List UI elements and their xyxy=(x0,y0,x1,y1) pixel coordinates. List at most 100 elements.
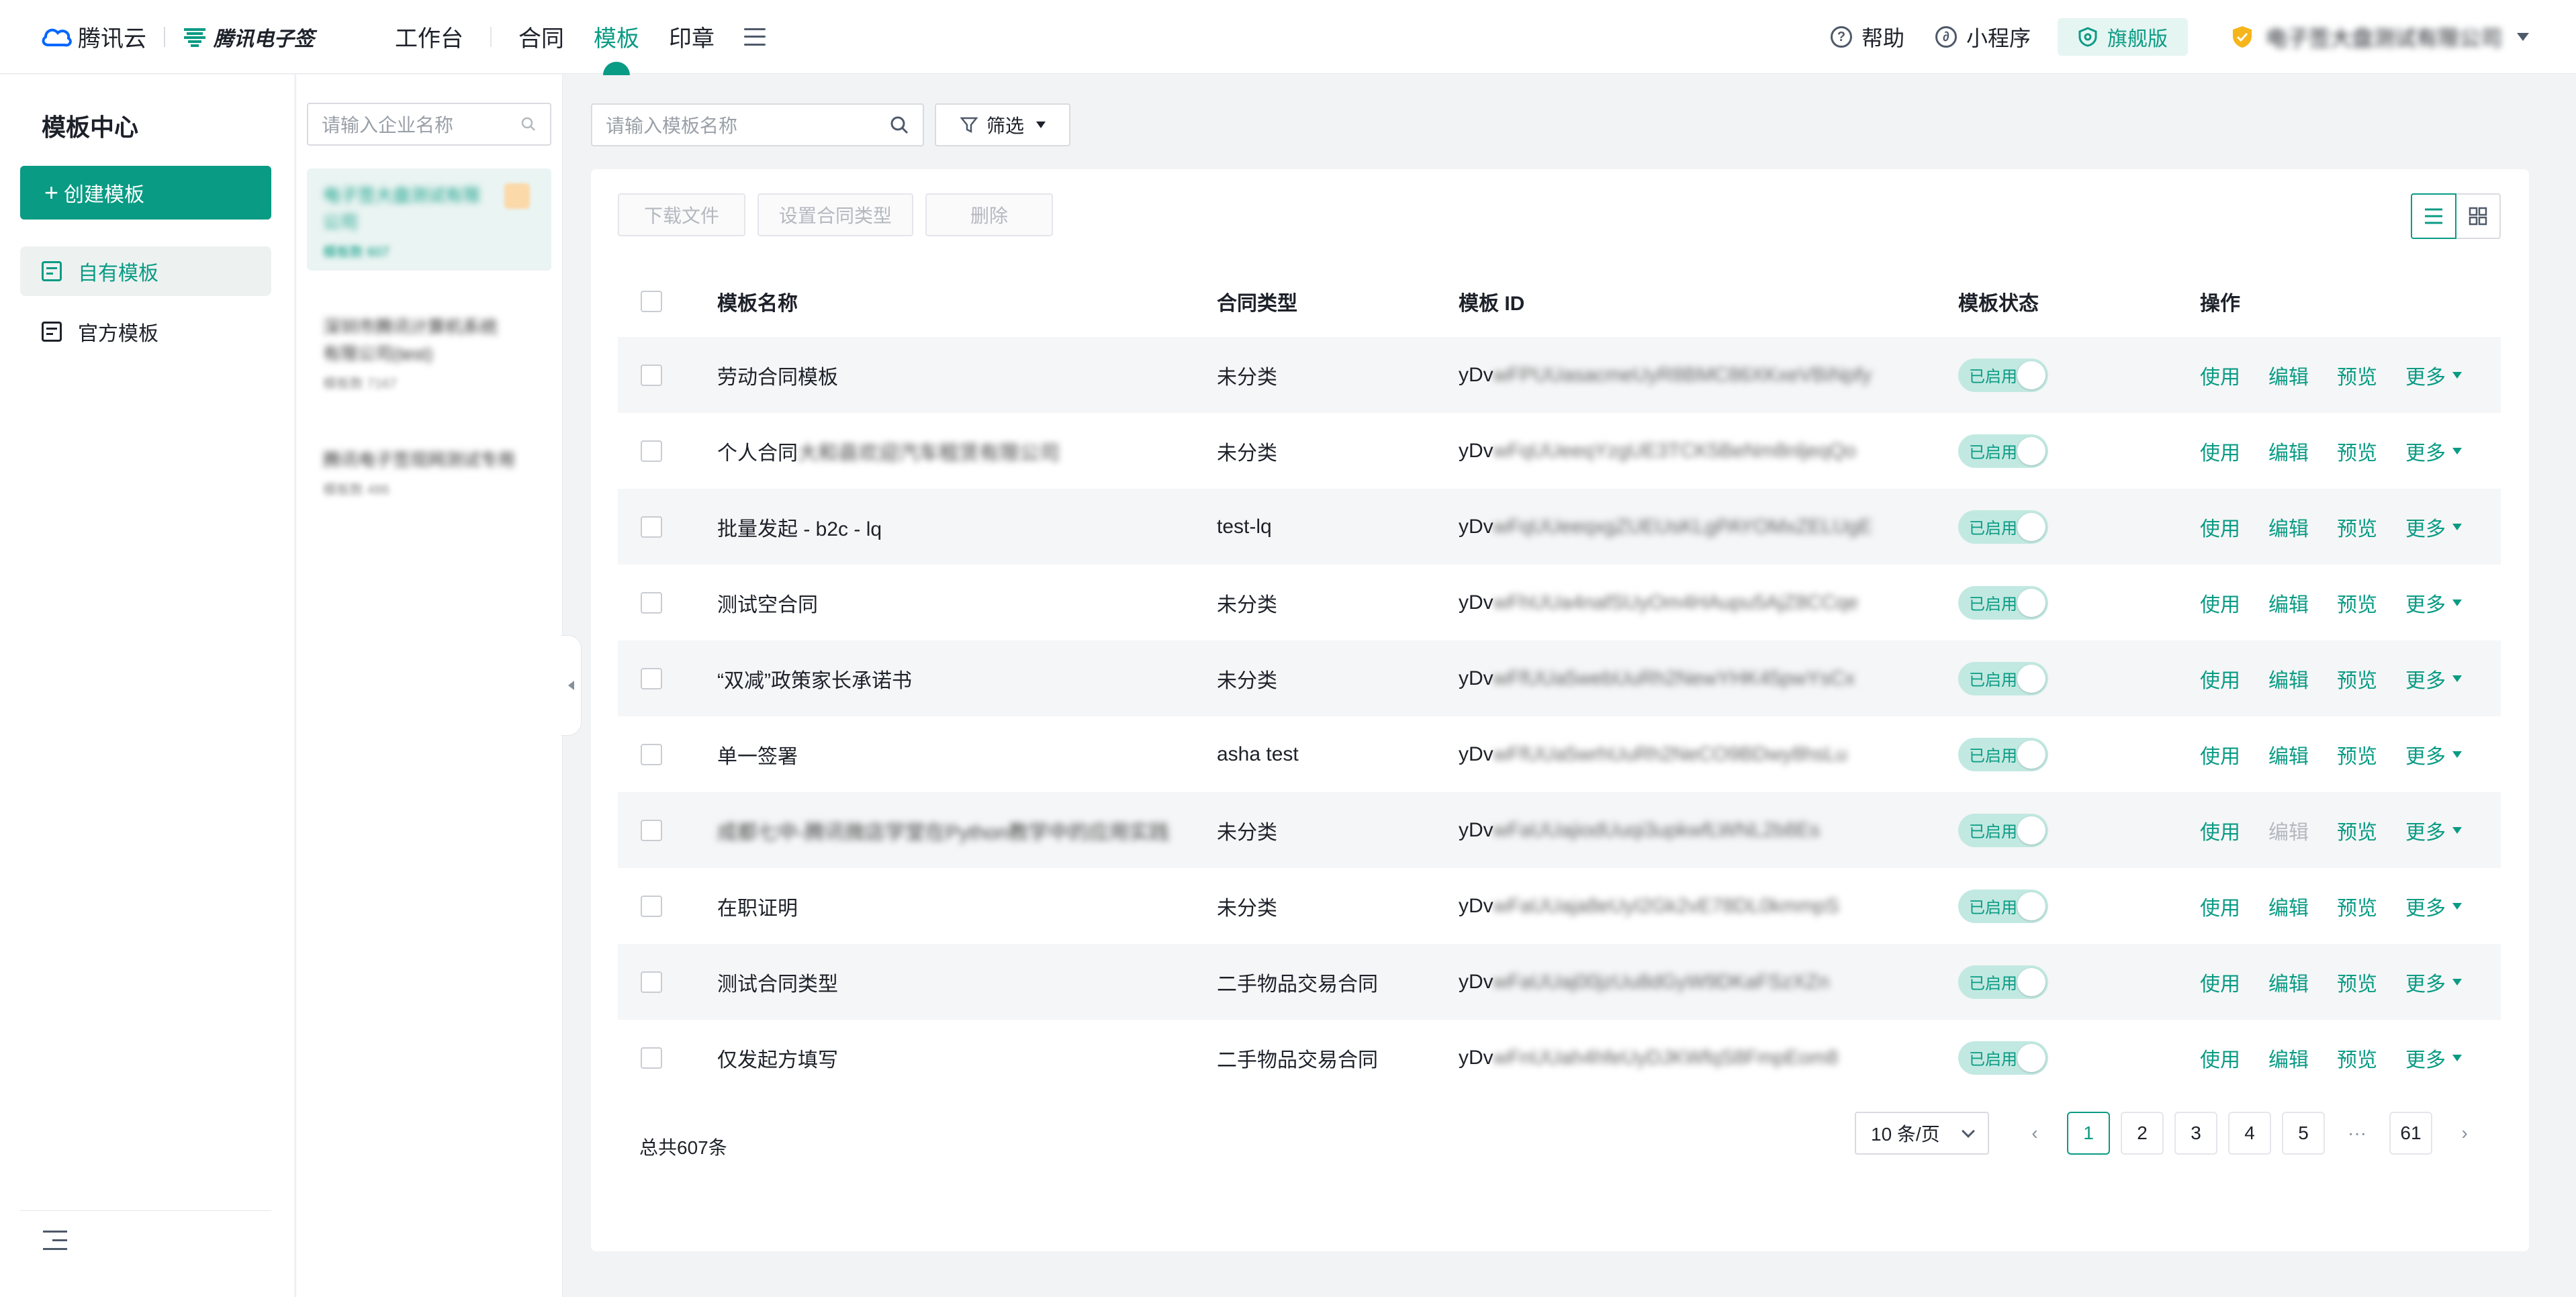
list-view-icon[interactable] xyxy=(2411,193,2456,239)
row-checkbox[interactable] xyxy=(641,743,662,765)
logo-group[interactable]: 腾讯云 腾讯电子签 xyxy=(40,20,314,53)
row-checkbox[interactable] xyxy=(641,440,662,462)
edit-link[interactable]: 编辑 xyxy=(2268,512,2309,542)
use-link[interactable]: 使用 xyxy=(2200,436,2240,466)
company-switcher[interactable]: 电子签大盘测试有限公司 xyxy=(2231,21,2529,52)
preview-link[interactable]: 预览 xyxy=(2337,436,2377,466)
preview-link[interactable]: 预览 xyxy=(2337,816,2377,845)
status-toggle[interactable]: 已启用 xyxy=(1958,585,2048,620)
more-dropdown[interactable]: 更多 xyxy=(2405,740,2462,769)
edit-link[interactable]: 编辑 xyxy=(2268,967,2309,997)
collapse-sidebar-icon[interactable] xyxy=(43,1231,67,1251)
preview-link[interactable]: 预览 xyxy=(2337,1043,2377,1073)
edition-badge[interactable]: 旗舰版 xyxy=(2057,18,2188,56)
status-toggle[interactable]: 已启用 xyxy=(1958,965,2048,999)
row-checkbox[interactable] xyxy=(641,591,662,614)
more-dropdown[interactable]: 更多 xyxy=(2405,361,2462,390)
table-row[interactable]: 测试合同类型 二手物品交易合同 yDv wFaUUaj00jzUu8dGyW9DKaF… xyxy=(618,944,2501,1020)
preview-link[interactable]: 预览 xyxy=(2337,361,2377,390)
page-number[interactable]: 1 xyxy=(2067,1112,2110,1155)
sidebar-item-own-templates[interactable]: 自有模板 xyxy=(20,246,271,296)
row-checkbox[interactable] xyxy=(641,667,662,689)
status-toggle[interactable]: 已启用 xyxy=(1958,510,2048,544)
table-row[interactable]: 测试空合同 未分类 yDv wFhUUa4nafSUyOm4HAupu5AjZ8CCq… xyxy=(618,565,2501,640)
company-item[interactable]: 腾讯电子签现网测试专用 模板数 486 xyxy=(307,433,551,512)
page-number[interactable]: 5 xyxy=(2282,1112,2325,1155)
table-row[interactable]: 批量发起 - b2c - lq test-lq yDv wFqUUeeqxgZUEUs… xyxy=(618,489,2501,565)
nav-seals[interactable]: 印章 xyxy=(669,0,715,74)
help-link[interactable]: ? 帮助 xyxy=(1830,21,1904,52)
table-row[interactable]: 劳动合同模板 未分类 yDv wFPUUasacmeUyR8BMC86XKxeVBiN… xyxy=(618,337,2501,413)
preview-link[interactable]: 预览 xyxy=(2337,664,2377,693)
use-link[interactable]: 使用 xyxy=(2200,967,2240,997)
page-size-select[interactable]: 10 条/页 xyxy=(1855,1112,1989,1155)
more-dropdown[interactable]: 更多 xyxy=(2405,664,2462,693)
preview-link[interactable]: 预览 xyxy=(2337,740,2377,769)
table-row[interactable]: 成都七中-腾讯微店学堂在Python教学中的应用实践 未分类 yDv wFaUUaji… xyxy=(618,792,2501,868)
edit-link[interactable]: 编辑 xyxy=(2268,588,2309,618)
use-link[interactable]: 使用 xyxy=(2200,816,2240,845)
use-link[interactable]: 使用 xyxy=(2200,1043,2240,1073)
more-dropdown[interactable]: 更多 xyxy=(2405,1043,2462,1073)
edit-link[interactable]: 编辑 xyxy=(2268,816,2309,845)
preview-link[interactable]: 预览 xyxy=(2337,512,2377,542)
nav-templates[interactable]: 模板 xyxy=(594,0,639,75)
create-template-button[interactable]: + 创建模板 xyxy=(20,166,271,220)
status-toggle[interactable]: 已启用 xyxy=(1958,434,2048,468)
use-link[interactable]: 使用 xyxy=(2200,740,2240,769)
page-number[interactable]: 3 xyxy=(2174,1112,2217,1155)
row-checkbox[interactable] xyxy=(641,971,662,993)
delete-button[interactable]: 删除 xyxy=(925,193,1053,236)
table-row[interactable]: 单一签署 asha test yDv wFfUUa5wrhUuRh2NeCO9BDwy… xyxy=(618,716,2501,792)
more-dropdown[interactable]: 更多 xyxy=(2405,436,2462,466)
edit-link[interactable]: 编辑 xyxy=(2268,1043,2309,1073)
edit-link[interactable]: 编辑 xyxy=(2268,740,2309,769)
download-file-button[interactable]: 下载文件 xyxy=(618,193,745,236)
status-toggle[interactable]: 已启用 xyxy=(1958,1041,2048,1075)
nav-workbench[interactable]: 工作台 xyxy=(395,0,463,74)
company-item[interactable]: 电子签大盘测试有限公司 模板数 607 xyxy=(307,169,551,271)
row-checkbox[interactable] xyxy=(641,364,662,386)
table-row[interactable]: 在职证明 未分类 yDv wFaUUaja8eUyI2Gk2vE78DL0kmmpS 已… xyxy=(618,868,2501,944)
prev-page-icon[interactable]: ‹ xyxy=(2013,1112,2056,1155)
filter-button[interactable]: 筛选 xyxy=(935,103,1070,146)
more-dropdown[interactable]: 更多 xyxy=(2405,892,2462,921)
page-number[interactable]: 4 xyxy=(2228,1112,2271,1155)
grid-view-icon[interactable] xyxy=(2455,193,2501,239)
use-link[interactable]: 使用 xyxy=(2200,361,2240,390)
mini-program-link[interactable]: ∂ 小程序 xyxy=(1935,21,2031,52)
edit-link[interactable]: 编辑 xyxy=(2268,664,2309,693)
company-search-input[interactable]: 请输入企业名称 xyxy=(307,103,551,146)
status-toggle[interactable]: 已启用 xyxy=(1958,358,2048,392)
preview-link[interactable]: 预览 xyxy=(2337,892,2377,921)
status-toggle[interactable]: 已启用 xyxy=(1958,737,2048,771)
status-toggle[interactable]: 已启用 xyxy=(1958,889,2048,923)
row-checkbox[interactable] xyxy=(641,895,662,917)
preview-link[interactable]: 预览 xyxy=(2337,967,2377,997)
more-dropdown[interactable]: 更多 xyxy=(2405,512,2462,542)
page-number[interactable]: 2 xyxy=(2121,1112,2164,1155)
search-icon[interactable] xyxy=(889,115,909,135)
edit-link[interactable]: 编辑 xyxy=(2268,436,2309,466)
more-dropdown[interactable]: 更多 xyxy=(2405,816,2462,845)
page-ellipsis[interactable]: ··· xyxy=(2336,1112,2379,1155)
collapse-panel-handle[interactable] xyxy=(561,635,582,736)
template-search-input[interactable]: 请输入模板名称 xyxy=(591,103,924,146)
use-link[interactable]: 使用 xyxy=(2200,588,2240,618)
menu-icon[interactable] xyxy=(744,28,766,46)
page-number[interactable]: 61 xyxy=(2389,1112,2432,1155)
edit-link[interactable]: 编辑 xyxy=(2268,892,2309,921)
more-dropdown[interactable]: 更多 xyxy=(2405,967,2462,997)
status-toggle[interactable]: 已启用 xyxy=(1958,661,2048,695)
table-row[interactable]: 仅发起方填写 二手物品交易合同 yDv wFnUUah4hfeUyDJKWfqS8Fm… xyxy=(618,1020,2501,1096)
preview-link[interactable]: 预览 xyxy=(2337,588,2377,618)
sidebar-item-official-templates[interactable]: 官方模板 xyxy=(20,307,271,356)
table-row[interactable]: 个人合同大和县欢迎汽车租赁有限公司 未分类 yDv wFqUUeeqYzgUE3TCK… xyxy=(618,413,2501,489)
status-toggle[interactable]: 已启用 xyxy=(1958,813,2048,847)
more-dropdown[interactable]: 更多 xyxy=(2405,588,2462,618)
row-checkbox[interactable] xyxy=(641,516,662,538)
use-link[interactable]: 使用 xyxy=(2200,512,2240,542)
use-link[interactable]: 使用 xyxy=(2200,664,2240,693)
next-page-icon[interactable]: › xyxy=(2443,1112,2486,1155)
select-all-checkbox[interactable] xyxy=(641,291,662,312)
